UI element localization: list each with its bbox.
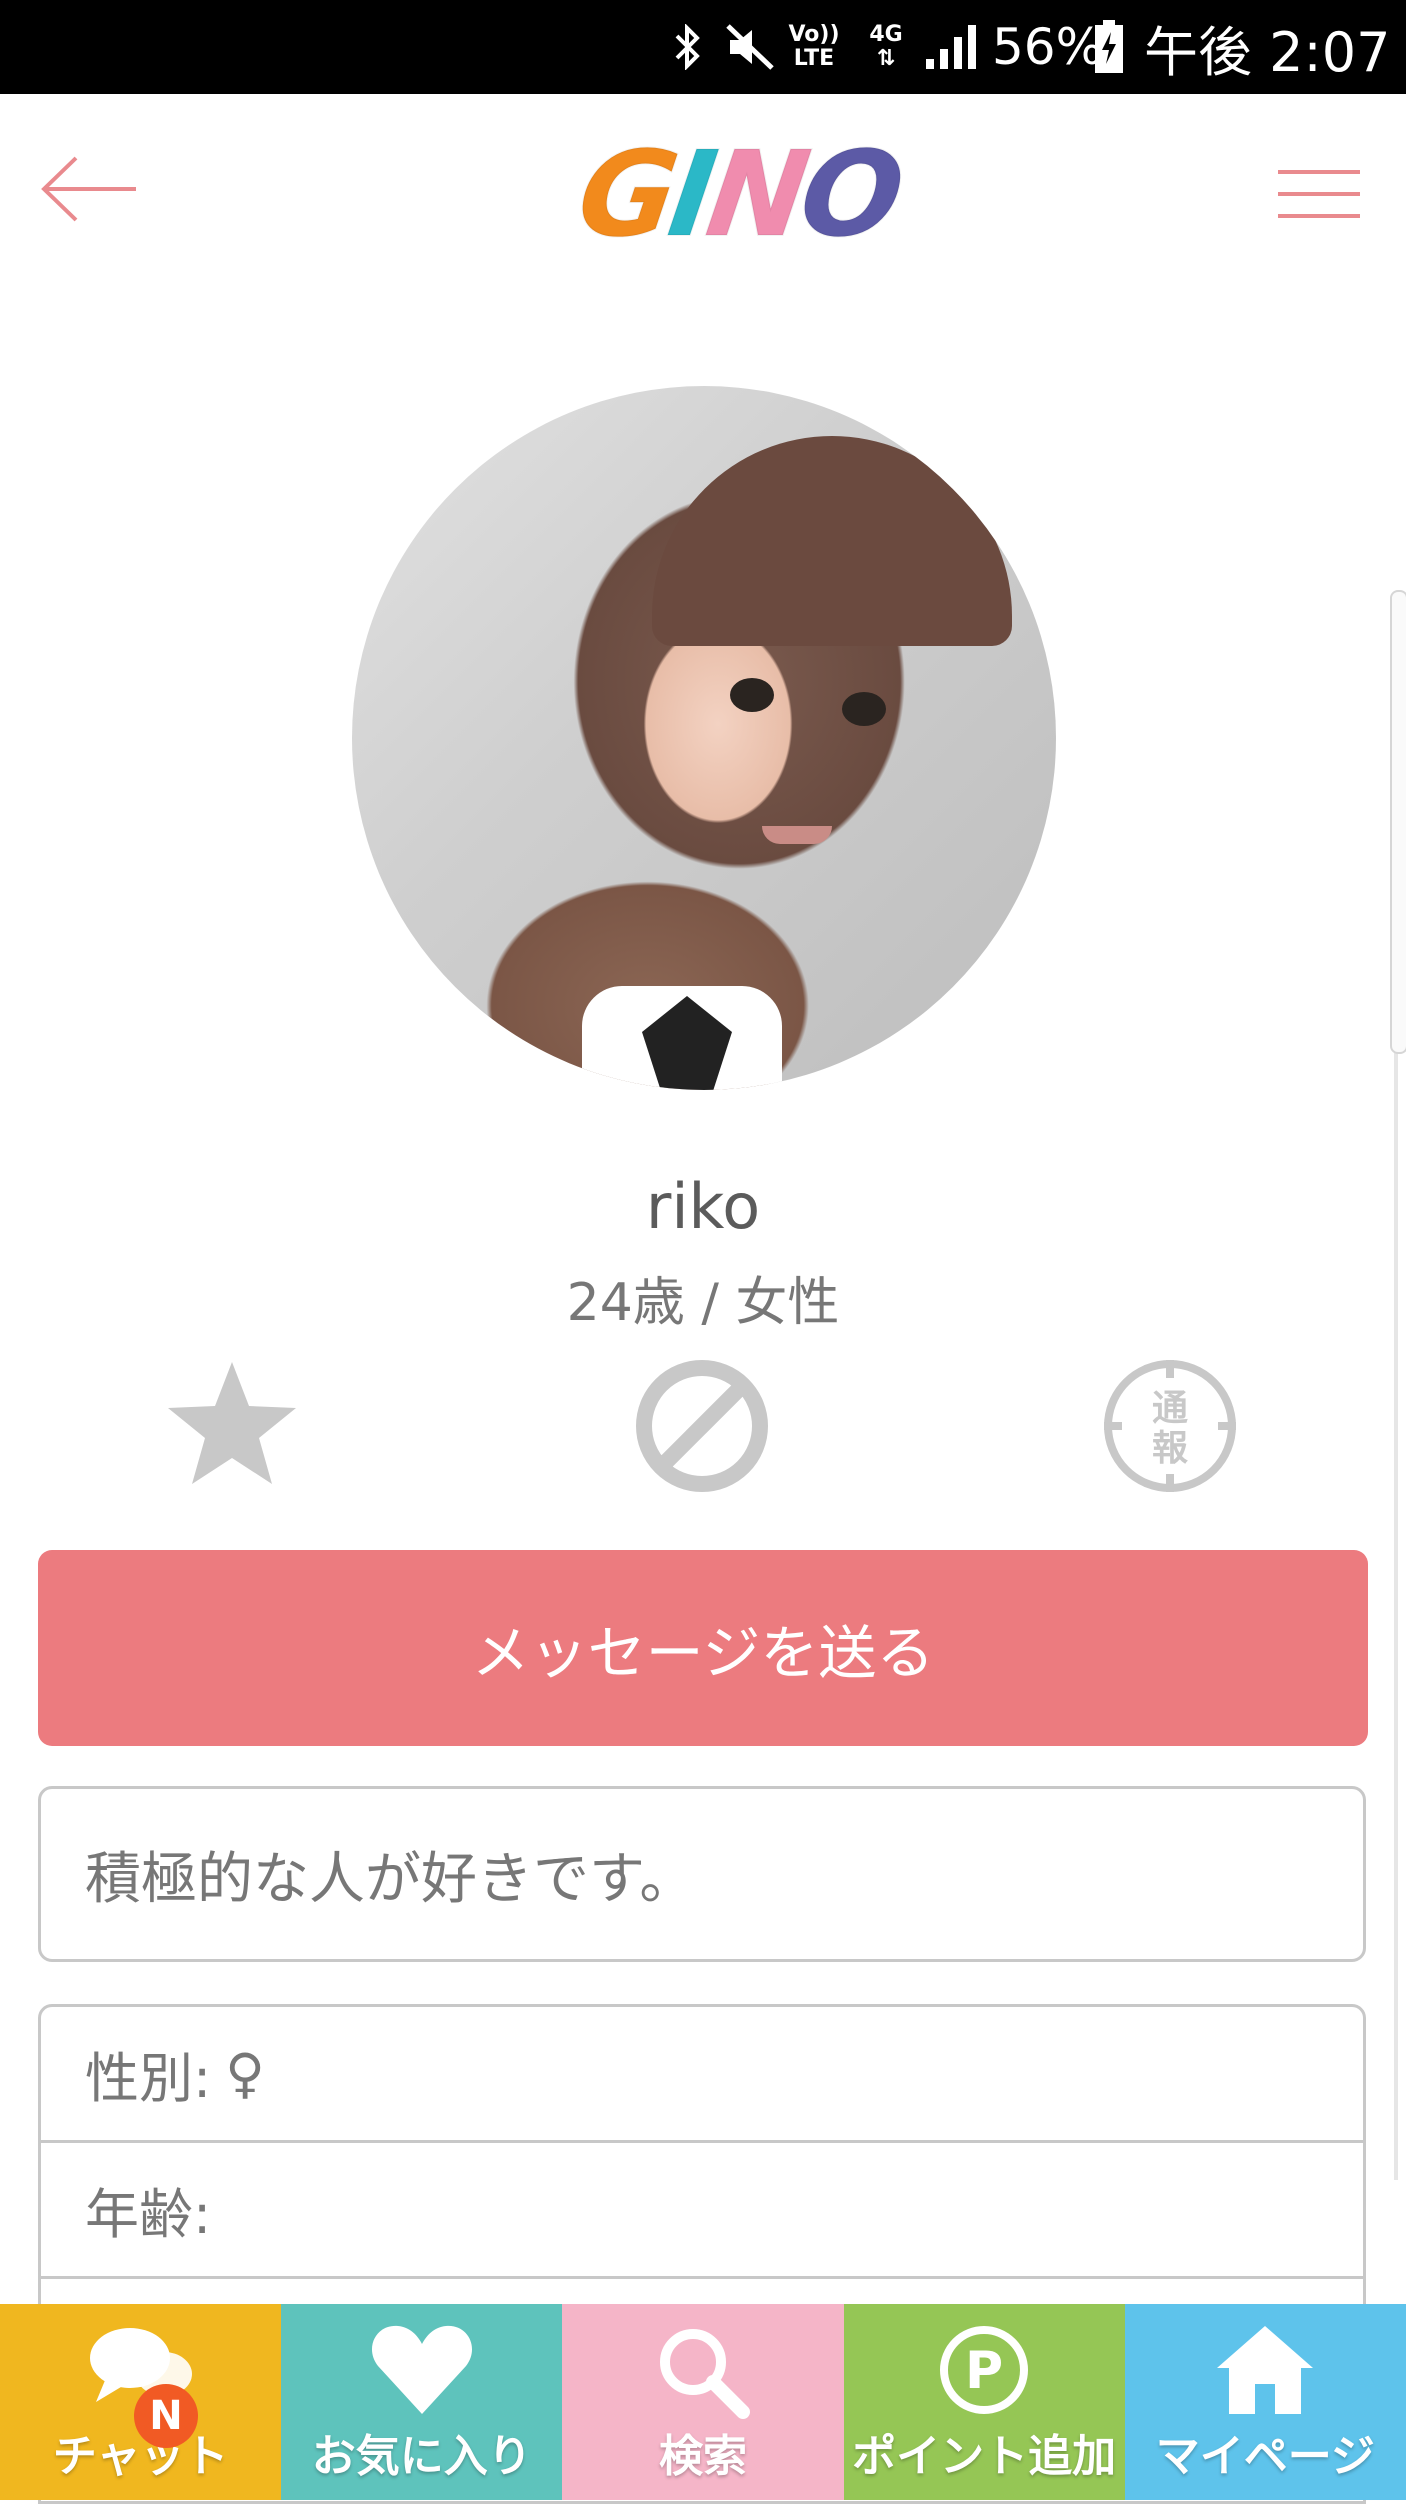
data-arrows-icon: ⇅	[876, 46, 896, 71]
profile-age-gender: 24歳 / 女性	[566, 1273, 840, 1333]
report-char-1: 通	[1152, 1388, 1188, 1429]
nav-label: マイページ	[1155, 2431, 1375, 2482]
nav-label: ポイント追加	[852, 2431, 1117, 2482]
nav-mypage[interactable]: マイページ	[1124, 2304, 1406, 2500]
heart-icon	[371, 2325, 472, 2414]
nav-search[interactable]: 検索	[562, 2304, 844, 2500]
info-row-gender: 性別: ♀	[41, 2007, 1363, 2143]
mute-icon	[724, 0, 780, 94]
battery-charging-icon	[1094, 0, 1134, 94]
battery-percent: 56%	[992, 18, 1104, 76]
nav-favorites[interactable]: お気に入り	[281, 2304, 563, 2500]
chat-new-badge: N	[134, 2384, 198, 2448]
info-row-age: 年齢:	[41, 2143, 1363, 2279]
report-icon: 通 報	[1104, 1360, 1236, 1492]
network-indicator: 4G ⇅	[866, 0, 906, 94]
volte-top-text: Vo))	[788, 22, 840, 47]
signal-icon	[924, 0, 984, 94]
favorite-button[interactable]	[162, 1356, 302, 1496]
arrow-left-icon	[41, 156, 136, 222]
search-icon	[659, 2329, 750, 2419]
clock: 午後 2:07	[1144, 20, 1391, 84]
block-icon	[636, 1360, 768, 1492]
nav-chat[interactable]: N チャット	[0, 2304, 282, 2500]
info-label: 年齢:	[85, 2183, 212, 2246]
status-bar: Vo)) LTE 4G ⇅ 56% 午後 2:07	[0, 0, 1406, 94]
send-message-button[interactable]: メッセージを送る	[38, 1550, 1368, 1746]
scrollbar-thumb[interactable]	[1390, 590, 1406, 1054]
info-label: 性別:	[85, 2047, 212, 2110]
logo-letter-o: O	[791, 124, 907, 264]
profile-avatar[interactable]	[352, 386, 1056, 1090]
menu-button[interactable]	[1276, 164, 1362, 224]
point-icon: P	[940, 2326, 1029, 2414]
point-icon-letter: P	[965, 2341, 1003, 2401]
report-char-2: 報	[1152, 1428, 1188, 1469]
back-button[interactable]	[40, 154, 140, 224]
gino-logo[interactable]: G I N O	[569, 124, 906, 264]
scrollbar-track	[1394, 1050, 1398, 2180]
nav-label: お気に入り	[311, 2431, 532, 2482]
report-button[interactable]: 通 報	[1100, 1356, 1240, 1496]
block-button[interactable]	[632, 1356, 772, 1496]
avatar-hair	[652, 436, 1012, 646]
home-icon	[1217, 2326, 1314, 2414]
profile-username: riko	[645, 1170, 761, 1243]
network-type-text: 4G	[869, 22, 903, 47]
avatar-eye-right	[842, 692, 886, 726]
avatar-eye-left	[730, 678, 774, 712]
nav-add-points[interactable]: P ポイント追加	[843, 2304, 1125, 2500]
app-header: G I N O	[0, 94, 1406, 294]
bottom-navigation: N チャット お気に入り 検索 P ポイント追加 マイページ	[0, 2304, 1406, 2500]
avatar-mouth	[762, 826, 832, 844]
volte-indicator: Vo)) LTE	[788, 0, 840, 94]
profile-bio: 積極的な人が好きです。	[38, 1786, 1366, 1962]
hamburger-menu-icon	[1278, 170, 1360, 218]
info-value: ♀	[225, 2042, 265, 2105]
star-icon	[168, 1362, 296, 1484]
nav-label: 検索	[658, 2431, 747, 2482]
bluetooth-icon	[668, 0, 708, 94]
volte-bottom-text: LTE	[793, 46, 835, 71]
